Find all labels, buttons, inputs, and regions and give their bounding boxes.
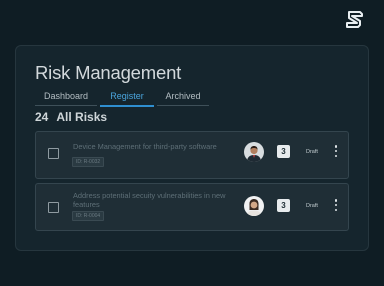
row-checkbox[interactable] [48, 202, 59, 213]
risk-count: 24 [35, 110, 49, 124]
more-options-icon[interactable] [334, 145, 338, 159]
tab-bar: Dashboard Register Archived [35, 89, 209, 107]
owner-avatar[interactable] [244, 196, 264, 216]
status-label: Draft [306, 149, 318, 155]
risk-count-label: All Risks [56, 110, 108, 124]
risk-score-badge: 3 [277, 145, 290, 158]
risk-title: Address potential secuity vulnerabilitie… [73, 191, 226, 209]
risk-row[interactable]: Address potential secuity vulnerabilitie… [35, 183, 349, 231]
risk-count-heading: 24 All Risks [35, 110, 107, 124]
risk-score-badge: 3 [277, 199, 290, 212]
tab-register[interactable]: Register [100, 89, 154, 107]
risk-id-badge: ID: R-0004 [72, 211, 105, 221]
owner-avatar[interactable] [244, 142, 264, 162]
tab-dashboard[interactable]: Dashboard [35, 89, 97, 106]
tab-archived[interactable]: Archived [157, 89, 209, 106]
row-checkbox[interactable] [48, 148, 59, 159]
risk-row[interactable]: Device Management for third-party softwa… [35, 131, 349, 179]
risk-title: Device Management for third-party softwa… [73, 142, 217, 151]
status-label: Draft [306, 203, 318, 209]
page-title: Risk Management [35, 62, 182, 83]
risk-id-badge: ID: R-0032 [72, 157, 105, 167]
brand-logo-icon[interactable] [345, 9, 365, 29]
more-options-icon[interactable] [334, 199, 338, 213]
